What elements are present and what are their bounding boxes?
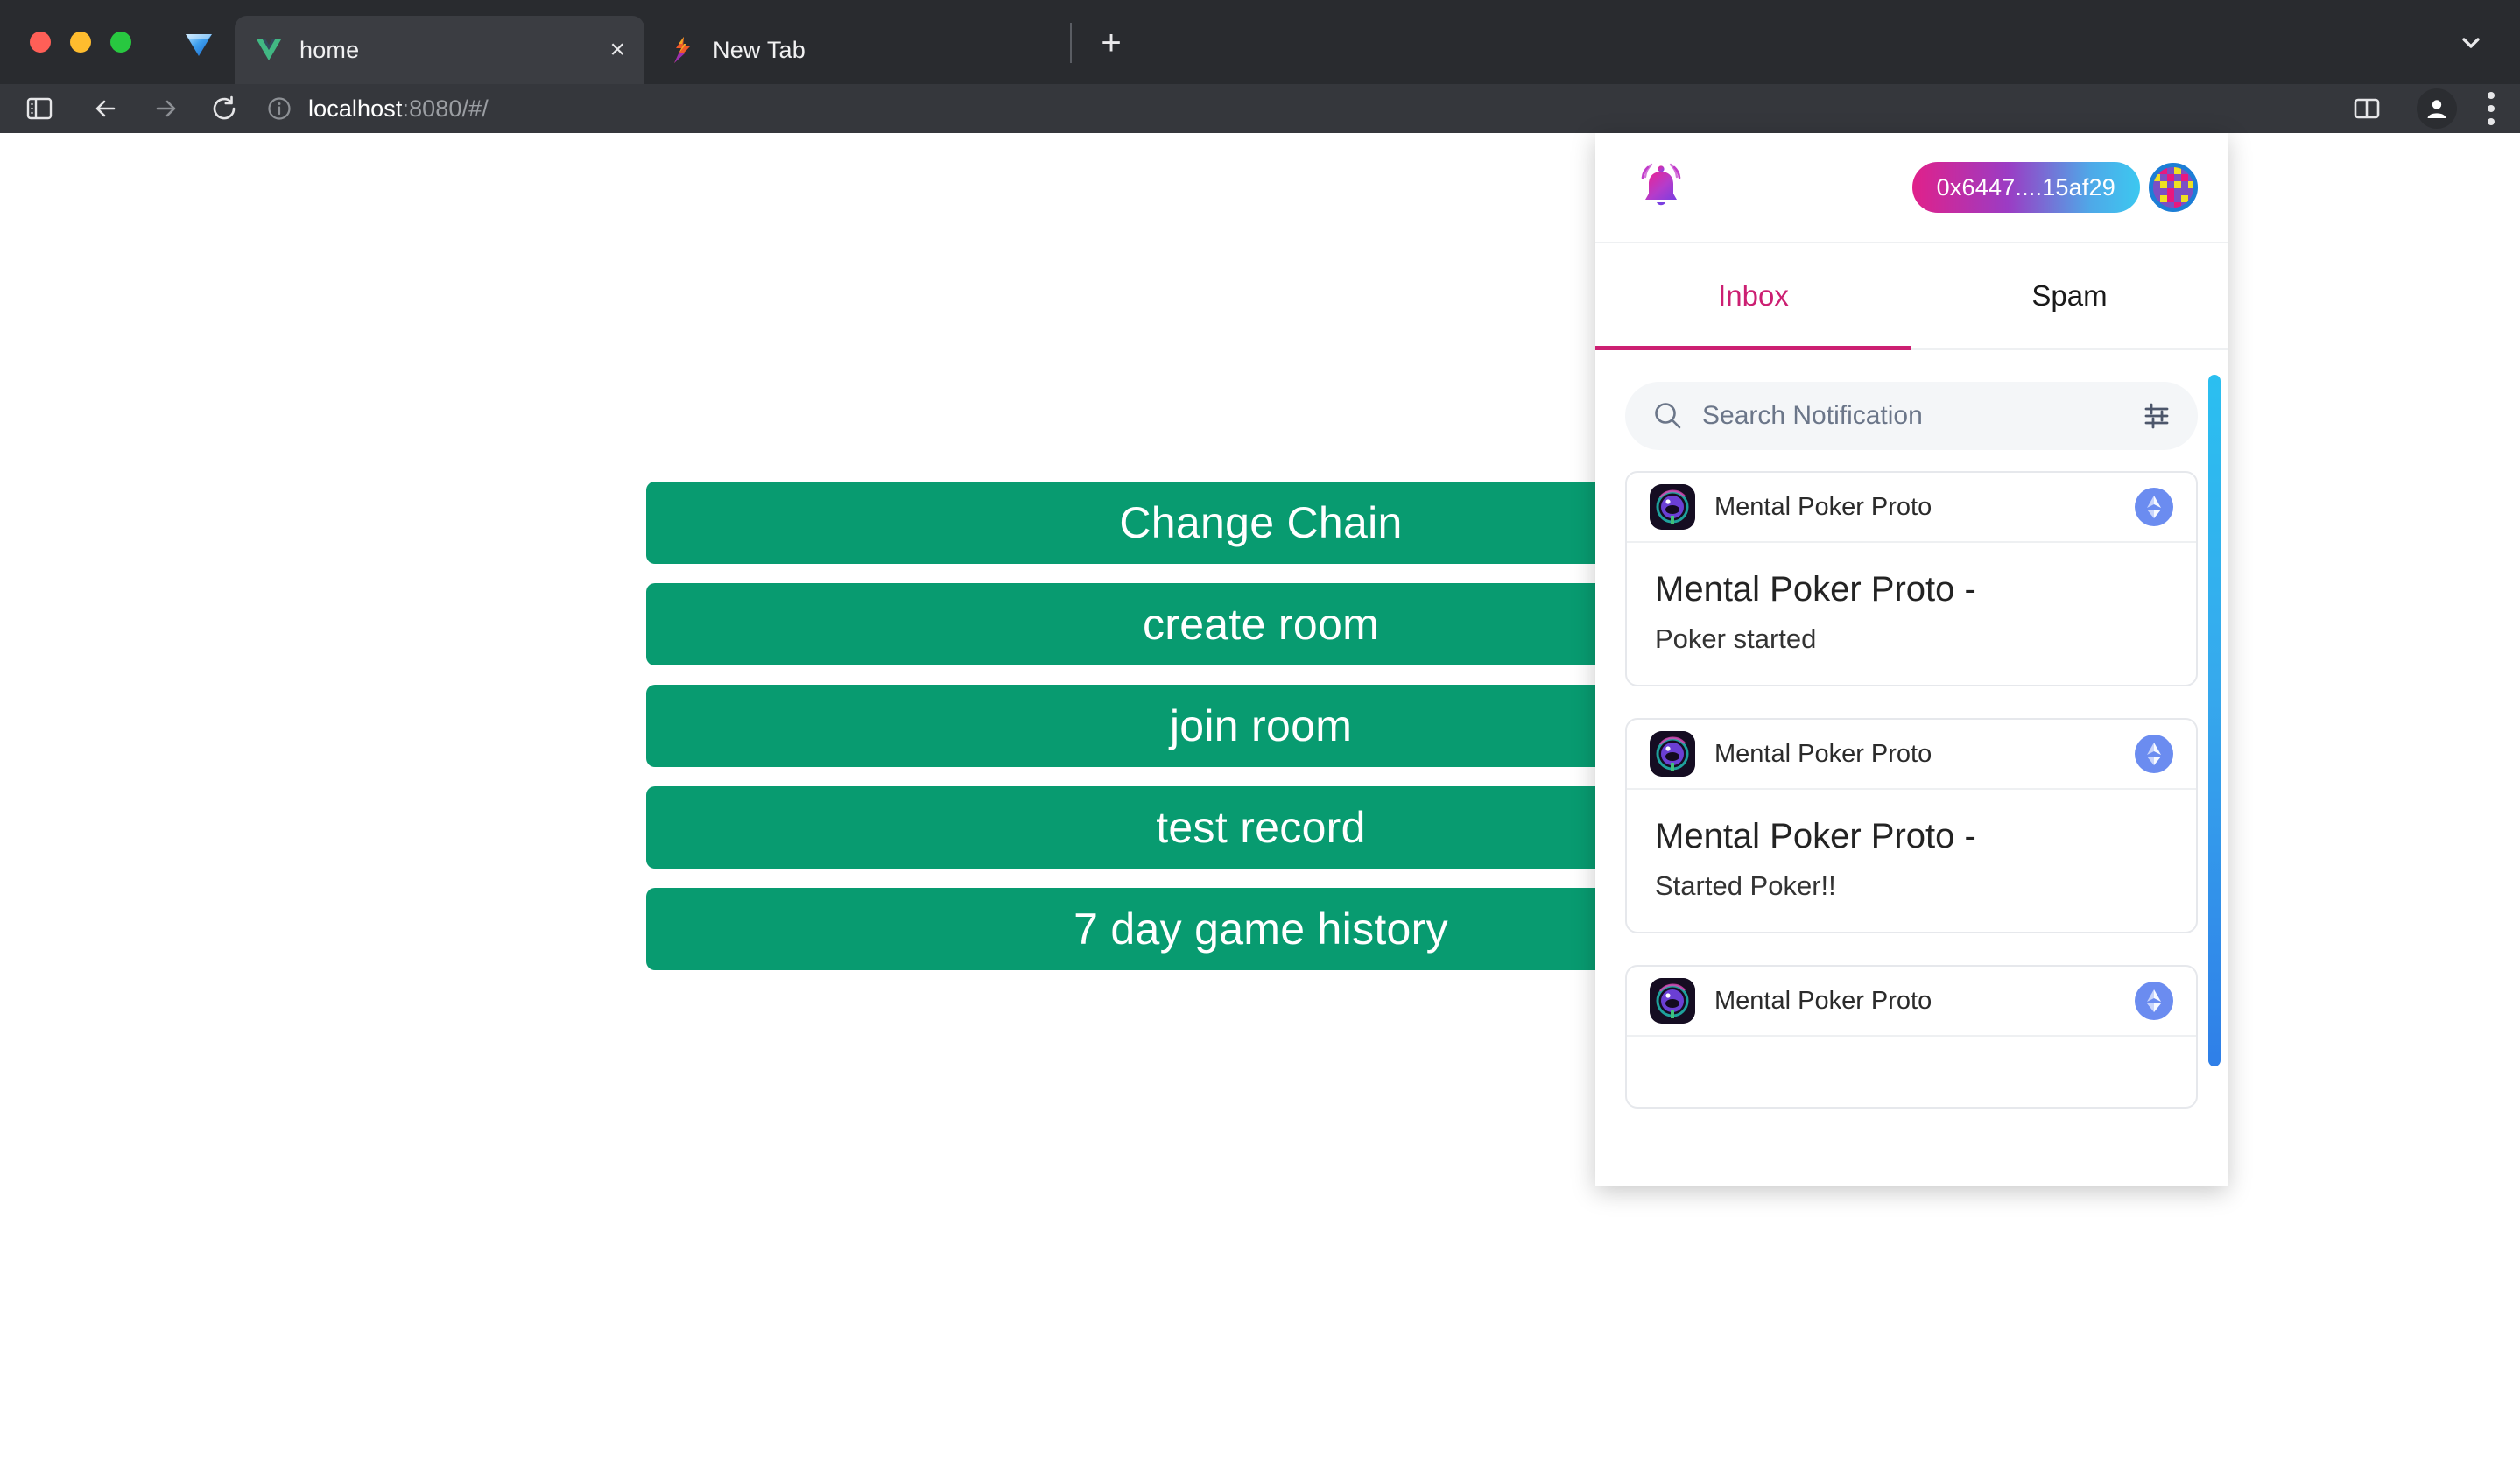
diamond-icon[interactable] bbox=[182, 26, 215, 60]
tab-divider bbox=[1070, 23, 1072, 63]
tab-title-new-tab: New Tab bbox=[713, 36, 806, 63]
notification-card-header: Mental Poker Proto bbox=[1627, 473, 2196, 543]
notification-bell-icon[interactable] bbox=[1630, 157, 1692, 218]
notification-app-name: Mental Poker Proto bbox=[1714, 739, 1932, 768]
notification-app-name: Mental Poker Proto bbox=[1714, 986, 1932, 1015]
browser-tab-home[interactable]: home × bbox=[235, 16, 644, 84]
profile-avatar-icon[interactable] bbox=[2417, 88, 2457, 129]
sidebar-toggle-icon[interactable] bbox=[19, 88, 60, 129]
tab-title-home: home bbox=[299, 36, 360, 63]
search-input[interactable] bbox=[1700, 400, 2140, 432]
notification-card-body bbox=[1627, 1037, 2196, 1107]
window-close-button[interactable] bbox=[30, 32, 51, 53]
tab-inbox-label: Inbox bbox=[1718, 279, 1789, 312]
notification-panel-header: 0x6447....15af29 bbox=[1595, 133, 2228, 243]
ethereum-icon bbox=[2135, 488, 2173, 526]
browser-tab-new-tab[interactable]: New Tab bbox=[648, 16, 1033, 84]
mental-poker-app-icon bbox=[1650, 731, 1695, 777]
notification-card[interactable]: Mental Poker Proto Mental Poker Proto - … bbox=[1625, 718, 2198, 933]
tab-inbox[interactable]: Inbox bbox=[1595, 243, 1911, 350]
search-icon bbox=[1651, 399, 1685, 433]
notification-scrollbar[interactable] bbox=[2207, 350, 2222, 1186]
window-traffic-lights bbox=[30, 32, 131, 53]
reload-icon[interactable] bbox=[205, 88, 245, 129]
tab-spam-label: Spam bbox=[2031, 279, 2108, 312]
browser-chrome: home × New Tab + localhost:8080/#/ bbox=[0, 0, 2520, 133]
notification-card-body: Mental Poker Proto - Poker started bbox=[1627, 543, 2196, 685]
notification-tabs: Inbox Spam bbox=[1595, 243, 2228, 350]
url-host: localhost bbox=[308, 95, 403, 122]
notification-panel: 0x6447....15af29 Inbox Spam Search Notif… bbox=[1595, 133, 2228, 1186]
notification-list-container: Mental Poker Proto Mental Poker Proto - … bbox=[1595, 350, 2228, 1186]
ethereum-icon bbox=[2135, 982, 2173, 1020]
split-view-icon[interactable] bbox=[2347, 88, 2387, 129]
mental-poker-app-icon bbox=[1650, 978, 1695, 1024]
search-row bbox=[1595, 350, 2228, 459]
notification-card-header: Mental Poker Proto bbox=[1627, 967, 2196, 1037]
back-arrow-icon[interactable] bbox=[86, 88, 126, 129]
notification-subtitle: Started Poker!! bbox=[1655, 870, 1836, 901]
forward-arrow-icon[interactable] bbox=[145, 88, 186, 129]
tab-spam[interactable]: Spam bbox=[1911, 243, 2228, 348]
notification-cards: Mental Poker Proto Mental Poker Proto - … bbox=[1595, 459, 2228, 1108]
ethereum-icon bbox=[2135, 735, 2173, 773]
scrollbar-thumb[interactable] bbox=[2208, 375, 2221, 1066]
mental-poker-app-icon bbox=[1650, 484, 1695, 530]
notification-card[interactable]: Mental Poker Proto bbox=[1625, 965, 2198, 1108]
filter-sliders-icon[interactable] bbox=[2140, 399, 2173, 433]
url-path: :8080/#/ bbox=[402, 95, 489, 122]
wallet-identicon[interactable] bbox=[2149, 163, 2198, 212]
info-circle-icon[interactable] bbox=[264, 94, 294, 123]
new-tab-button[interactable]: + bbox=[1090, 25, 1132, 63]
notification-subtitle: Poker started bbox=[1655, 623, 1817, 654]
search-box[interactable] bbox=[1625, 382, 2198, 450]
notification-app-name: Mental Poker Proto bbox=[1714, 492, 1932, 521]
notification-title: Mental Poker Proto - bbox=[1655, 817, 1976, 855]
wallet-address-pill[interactable]: 0x6447....15af29 bbox=[1911, 162, 2140, 213]
browser-toolbar: localhost:8080/#/ bbox=[0, 84, 2520, 133]
lightning-s-icon bbox=[667, 35, 697, 65]
notification-card[interactable]: Mental Poker Proto Mental Poker Proto - … bbox=[1625, 471, 2198, 686]
notification-title: Mental Poker Proto - bbox=[1655, 570, 1976, 609]
close-icon[interactable]: × bbox=[609, 37, 625, 63]
tab-strip: home × New Tab + bbox=[0, 0, 2520, 84]
toolbar-right-actions bbox=[2347, 84, 2495, 133]
notification-card-header: Mental Poker Proto bbox=[1627, 720, 2196, 790]
window-maximize-button[interactable] bbox=[110, 32, 131, 53]
notification-card-body: Mental Poker Proto - Started Poker!! bbox=[1627, 790, 2196, 932]
chevron-down-icon[interactable] bbox=[2453, 28, 2488, 58]
address-bar[interactable]: localhost:8080/#/ bbox=[264, 94, 489, 123]
vue-logo-icon bbox=[254, 35, 284, 65]
window-minimize-button[interactable] bbox=[70, 32, 91, 53]
kebab-menu-icon[interactable] bbox=[2487, 92, 2495, 125]
address-bar-text: localhost:8080/#/ bbox=[308, 95, 489, 123]
